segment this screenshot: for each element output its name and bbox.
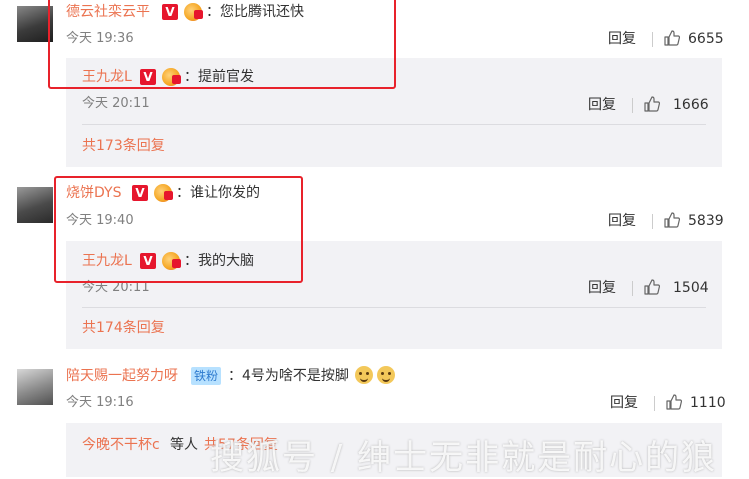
highlight-box [48,0,396,89]
divider [654,396,655,411]
reply-button[interactable]: 回复 [588,279,616,297]
divider [652,32,653,47]
doge-emoji-icon [377,366,395,384]
like-count: 1666 [673,97,709,113]
thumb-up-icon[interactable] [663,211,681,229]
divider [82,307,706,308]
doge-emoji-icon [355,366,373,384]
divider [632,98,633,113]
like-count: 5839 [688,213,724,229]
fan-badge: 铁粉 [191,367,222,385]
more-replies-link[interactable]: 共173条回复 [82,137,165,155]
highlight-box [54,176,303,283]
divider [652,214,653,229]
thumb-up-icon[interactable] [665,393,683,411]
comment-text: ：4号为啥不是按脚 [228,368,349,384]
like-count: 1110 [690,395,726,411]
reply-button[interactable]: 回复 [608,212,636,230]
watermark: 搜狐号 / 绅士无非就是耐心的狼 [210,438,718,478]
like-count: 6655 [688,31,724,47]
thumb-up-icon[interactable] [663,29,681,47]
reply-button[interactable]: 回复 [588,96,616,114]
avatar[interactable] [17,187,53,223]
reply-button[interactable]: 回复 [608,30,636,48]
preview-text: 等人 [170,437,198,453]
avatar[interactable] [17,369,53,405]
comment-time: 今天 19:16 [66,395,134,410]
like-count: 1504 [673,280,709,296]
divider [632,281,633,296]
thumb-up-icon[interactable] [643,95,661,113]
divider [82,124,706,125]
comment-username[interactable]: 陪天赐一起努力呀 [66,367,178,385]
more-replies-link[interactable]: 共174条回复 [82,319,165,337]
preview-username[interactable]: 今晚不干杯c [82,436,160,454]
reply-time: 今天 20:11 [82,96,150,111]
reply-button[interactable]: 回复 [610,394,638,412]
thumb-up-icon[interactable] [643,278,661,296]
